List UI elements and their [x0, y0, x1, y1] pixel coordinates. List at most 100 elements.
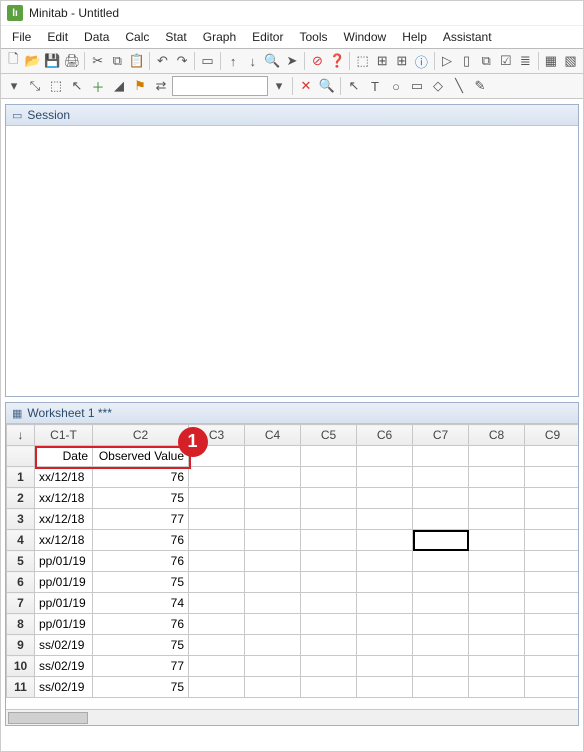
session-body[interactable]: [6, 126, 578, 396]
cell[interactable]: [245, 635, 301, 656]
menu-graph[interactable]: Graph: [196, 28, 243, 46]
cell[interactable]: [469, 467, 525, 488]
cell[interactable]: [189, 488, 245, 509]
row-header[interactable]: 1: [7, 467, 35, 488]
col-header-C9[interactable]: C9: [525, 425, 579, 446]
line-tool-icon[interactable]: ╲: [449, 76, 469, 96]
cell[interactable]: 74: [93, 593, 189, 614]
row-header[interactable]: 5: [7, 551, 35, 572]
cell[interactable]: 75: [93, 677, 189, 698]
cell[interactable]: [525, 593, 579, 614]
cell[interactable]: [469, 572, 525, 593]
cell[interactable]: [245, 509, 301, 530]
cell[interactable]: [469, 551, 525, 572]
cell[interactable]: [413, 593, 469, 614]
cell[interactable]: 75: [93, 572, 189, 593]
new-icon[interactable]: 🗋: [4, 51, 23, 71]
col-name-C8[interactable]: [469, 446, 525, 467]
cell[interactable]: [189, 677, 245, 698]
toolbar-input[interactable]: [172, 76, 268, 96]
menu-editor[interactable]: Editor: [245, 28, 290, 46]
cell[interactable]: [301, 467, 357, 488]
cell[interactable]: [469, 635, 525, 656]
cell[interactable]: [357, 551, 413, 572]
menu-edit[interactable]: Edit: [40, 28, 75, 46]
cell[interactable]: [413, 656, 469, 677]
plus-icon[interactable]: ＋: [88, 76, 108, 96]
cell[interactable]: [525, 530, 579, 551]
cell[interactable]: [189, 530, 245, 551]
col-header-C6[interactable]: C6: [357, 425, 413, 446]
cell[interactable]: [301, 593, 357, 614]
menu-calc[interactable]: Calc: [118, 28, 156, 46]
print-icon[interactable]: 🖨: [63, 51, 82, 71]
cell[interactable]: [525, 635, 579, 656]
cell[interactable]: [413, 488, 469, 509]
cell[interactable]: [301, 572, 357, 593]
worksheet-grid[interactable]: ↓C1-TC2C3C4C5C6C7C8C9 DateObserved Value…: [6, 424, 578, 698]
cell[interactable]: [301, 488, 357, 509]
cell[interactable]: [245, 593, 301, 614]
cell[interactable]: xx/12/18: [35, 530, 93, 551]
cell[interactable]: [469, 488, 525, 509]
cell[interactable]: [413, 551, 469, 572]
brush-icon[interactable]: ◢: [109, 76, 129, 96]
cell[interactable]: [525, 656, 579, 677]
text-tool-icon[interactable]: T: [365, 76, 385, 96]
cell[interactable]: 75: [93, 488, 189, 509]
list-icon[interactable]: ≣: [516, 51, 535, 71]
row-header[interactable]: 2: [7, 488, 35, 509]
cell[interactable]: pp/01/19: [35, 614, 93, 635]
help-icon[interactable]: ❓: [328, 51, 347, 71]
copy-icon[interactable]: ⧉: [108, 51, 127, 71]
arrow-tool-icon[interactable]: ↖: [344, 76, 364, 96]
tool-c-icon[interactable]: ⊞: [393, 51, 412, 71]
cell[interactable]: [245, 572, 301, 593]
cell[interactable]: [245, 530, 301, 551]
cell[interactable]: [189, 467, 245, 488]
col-name-C5[interactable]: [301, 446, 357, 467]
cell[interactable]: [357, 593, 413, 614]
horizontal-scrollbar[interactable]: [6, 709, 578, 725]
cell[interactable]: pp/01/19: [35, 572, 93, 593]
swap-icon[interactable]: ⇄: [151, 76, 171, 96]
menu-data[interactable]: Data: [77, 28, 116, 46]
menu-stat[interactable]: Stat: [158, 28, 193, 46]
cell[interactable]: [525, 614, 579, 635]
cell[interactable]: [245, 656, 301, 677]
cell[interactable]: 77: [93, 509, 189, 530]
cell[interactable]: [469, 677, 525, 698]
menu-file[interactable]: File: [5, 28, 38, 46]
check-icon[interactable]: ☑: [496, 51, 515, 71]
row-header[interactable]: 7: [7, 593, 35, 614]
cell[interactable]: [413, 530, 469, 551]
undo-icon[interactable]: ↶: [153, 51, 172, 71]
col-name-C4[interactable]: [245, 446, 301, 467]
tool-b-icon[interactable]: ⊞: [373, 51, 392, 71]
grid-icon[interactable]: ▦: [542, 51, 561, 71]
close-icon[interactable]: ✕: [296, 76, 316, 96]
cell[interactable]: [525, 488, 579, 509]
cell[interactable]: [245, 677, 301, 698]
oval-tool-icon[interactable]: ○: [386, 76, 406, 96]
cell[interactable]: [301, 551, 357, 572]
cell[interactable]: [301, 614, 357, 635]
name-row-header[interactable]: [7, 446, 35, 467]
cell[interactable]: pp/01/19: [35, 593, 93, 614]
cell[interactable]: 77: [93, 656, 189, 677]
arrow-up-icon[interactable]: ↑: [224, 51, 243, 71]
layers-icon[interactable]: ⧉: [477, 51, 496, 71]
session-title[interactable]: ▭ Session: [6, 105, 578, 126]
col-name-C1-T[interactable]: Date: [35, 446, 93, 467]
cell[interactable]: [525, 551, 579, 572]
col-header-C7[interactable]: C7: [413, 425, 469, 446]
cut-icon[interactable]: ✂: [88, 51, 107, 71]
cell[interactable]: [245, 551, 301, 572]
cell[interactable]: xx/12/18: [35, 509, 93, 530]
pointer-icon[interactable]: ➤: [283, 51, 302, 71]
cell[interactable]: [413, 509, 469, 530]
row-header[interactable]: 10: [7, 656, 35, 677]
cell[interactable]: [413, 635, 469, 656]
cell[interactable]: [245, 467, 301, 488]
drag-icon[interactable]: ⤡: [25, 76, 45, 96]
